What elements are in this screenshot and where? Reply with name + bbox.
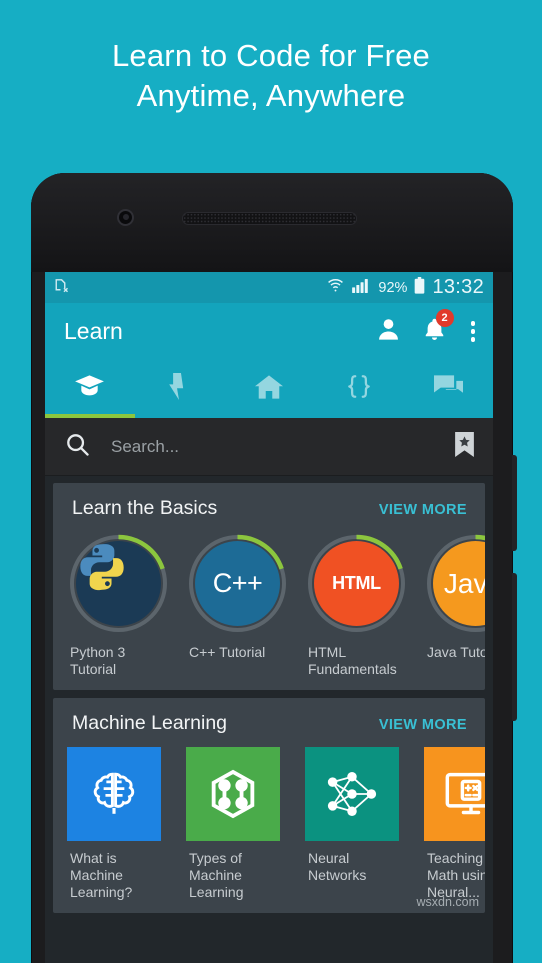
earpiece-speaker-icon xyxy=(182,212,357,225)
progress-ring: HTML xyxy=(305,532,408,635)
section-machine-learning: Machine Learning VIEW MORE What is Machi… xyxy=(53,698,485,913)
wifi-icon xyxy=(326,277,345,298)
python-logo xyxy=(76,541,161,626)
topic-label: Neural Networks xyxy=(308,850,367,883)
topic-label: What is Machine Learning? xyxy=(70,850,133,900)
progress-ring: C++ xyxy=(186,532,289,635)
course-card-cpp[interactable]: C++ C++ Tutorial xyxy=(186,532,305,678)
java-logo-text: Java xyxy=(443,567,485,599)
code-braces-icon xyxy=(345,373,373,405)
tab-practice[interactable] xyxy=(135,360,225,418)
neural-network-icon xyxy=(305,747,399,841)
status-bar-clock: 13:32 xyxy=(432,276,484,298)
app-bar: Learn 2 xyxy=(45,303,493,360)
section-title: Machine Learning xyxy=(72,712,228,734)
power-button[interactable] xyxy=(512,573,517,721)
html-logo: HTML xyxy=(314,541,399,626)
course-card-python[interactable]: Python 3 Tutorial xyxy=(67,532,186,678)
overflow-dot xyxy=(470,329,475,334)
section-title: Learn the Basics xyxy=(72,497,218,519)
overflow-dot xyxy=(470,337,475,342)
phone-mockup: 92% 13:32 Learn 2 Search... Learn the Ba… xyxy=(31,173,517,963)
course-row: Python 3 Tutorial C++ C++ Tutorial HTML … xyxy=(53,532,485,678)
chat-bubbles-icon xyxy=(433,374,463,404)
watermark: wsxdn.com xyxy=(416,895,479,909)
cellular-signal-icon xyxy=(352,278,371,298)
section-learn-the-basics: Learn the Basics VIEW MORE Python 3 Tuto… xyxy=(53,483,485,690)
topic-card-what-is-ml[interactable]: What is Machine Learning? xyxy=(67,747,186,901)
html-logo-text: HTML xyxy=(332,573,381,593)
graduation-cap-icon xyxy=(74,374,105,404)
page-title: Learn to Code for Free Anytime, Anywhere xyxy=(0,36,542,116)
section-header: Machine Learning VIEW MORE xyxy=(53,712,485,735)
topic-label: Types of Machine Learning xyxy=(189,850,244,900)
course-label: Java Tutor xyxy=(427,644,485,660)
phone-top-bezel xyxy=(31,173,513,272)
home-icon xyxy=(254,374,283,405)
view-more-link[interactable]: VIEW MORE xyxy=(379,502,467,518)
front-camera-icon xyxy=(117,209,134,226)
monitor-calculator-icon xyxy=(424,747,485,841)
person-icon[interactable] xyxy=(375,316,402,348)
notifications-button[interactable]: 2 xyxy=(422,309,454,347)
volume-button[interactable] xyxy=(512,455,517,551)
progress-ring: Java xyxy=(424,532,485,635)
node-graph-icon xyxy=(186,747,280,841)
content-scroll-area[interactable]: Learn the Basics VIEW MORE Python 3 Tuto… xyxy=(45,476,493,913)
notifications-badge: 2 xyxy=(435,309,454,327)
search-input[interactable]: Search... xyxy=(111,437,454,457)
overflow-dot xyxy=(470,321,475,326)
bookmark-star-icon[interactable] xyxy=(454,431,475,462)
topic-label: Teaching Math using Neural... xyxy=(427,850,485,900)
topic-card-types-of-ml[interactable]: Types of Machine Learning xyxy=(186,747,305,901)
progress-ring xyxy=(67,532,170,635)
course-card-html[interactable]: HTML HTML Fundamentals xyxy=(305,532,424,678)
no-sim-icon xyxy=(52,277,69,299)
course-label: HTML Fundamentals xyxy=(308,644,397,677)
course-label: C++ Tutorial xyxy=(189,644,266,660)
tab-code[interactable] xyxy=(314,360,404,418)
search-bar[interactable]: Search... xyxy=(45,418,493,476)
phone-screen: 92% 13:32 Learn 2 Search... Learn the Ba… xyxy=(45,272,493,963)
active-tab-indicator xyxy=(45,414,135,418)
tab-discuss[interactable] xyxy=(403,360,493,418)
battery-percent-label: 92% xyxy=(378,279,408,296)
topic-card-teaching-math[interactable]: Teaching Math using Neural... xyxy=(424,747,485,901)
tab-bar xyxy=(45,360,493,418)
status-bar: 92% 13:32 xyxy=(45,272,493,303)
headline-line-1: Learn to Code for Free xyxy=(111,38,431,73)
cpp-logo-text: C++ xyxy=(212,568,263,598)
course-label: Python 3 Tutorial xyxy=(70,644,126,677)
headline-line-2: Anytime, Anywhere xyxy=(136,78,406,113)
tab-learn[interactable] xyxy=(45,360,135,418)
tab-home[interactable] xyxy=(224,360,314,418)
brain-icon xyxy=(67,747,161,841)
section-header: Learn the Basics VIEW MORE xyxy=(53,497,485,520)
search-icon xyxy=(66,433,89,461)
overflow-menu-icon[interactable] xyxy=(467,321,480,342)
app-bar-title: Learn xyxy=(64,318,123,344)
topic-card-neural-networks[interactable]: Neural Networks xyxy=(305,747,424,901)
lightning-bolt-icon xyxy=(168,373,190,405)
cpp-logo: C++ xyxy=(195,541,280,626)
course-card-java[interactable]: Java Java Tutor xyxy=(424,532,485,678)
view-more-link[interactable]: VIEW MORE xyxy=(379,717,467,733)
battery-icon xyxy=(414,276,425,299)
topic-row: What is Machine Learning? Types of Machi… xyxy=(53,747,485,901)
